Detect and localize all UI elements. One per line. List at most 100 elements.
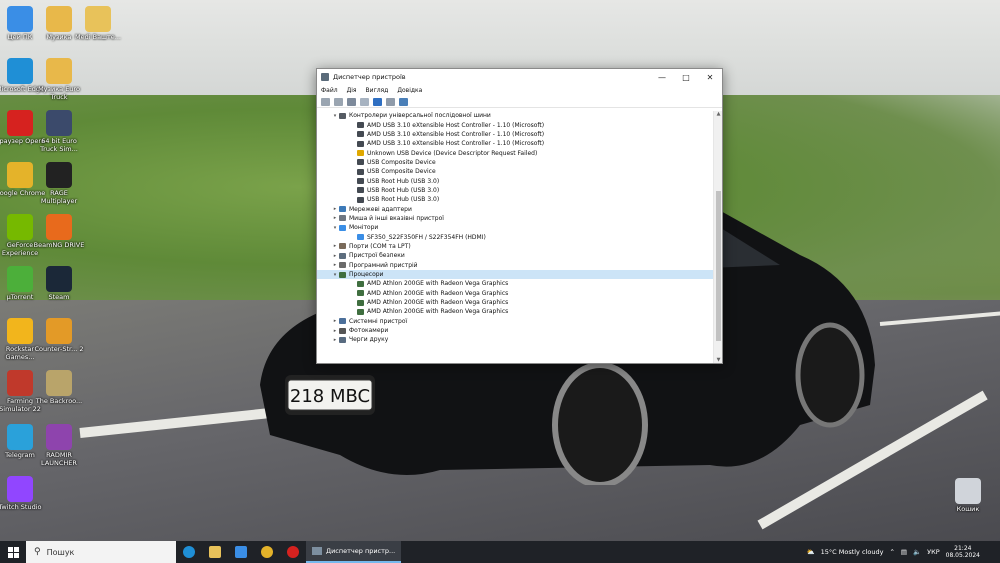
device-category[interactable]: ▾ Монітори xyxy=(317,223,714,232)
back-icon[interactable] xyxy=(321,97,330,106)
chevron-down-icon[interactable]: ▾ xyxy=(331,272,339,278)
taskbar-opera[interactable] xyxy=(280,541,306,563)
device-label: AMD Athlon 200GE with Radeon Vega Graphi… xyxy=(367,299,509,307)
clock-date: 08.05.2024 xyxy=(945,552,980,559)
chevron-down-icon[interactable]: ▾ xyxy=(331,225,339,231)
scroll-thumb[interactable] xyxy=(716,191,721,341)
device-label: AMD Athlon 200GE with Radeon Vega Graphi… xyxy=(367,289,509,297)
scroll-down-icon[interactable]: ▼ xyxy=(714,357,723,363)
desktop-icon[interactable]: RADMIR LAUNCHER xyxy=(33,424,85,467)
help-icon[interactable] xyxy=(373,97,382,106)
desktop-icon-label: Medi Ваште... xyxy=(75,33,121,41)
steam-icon xyxy=(46,266,72,292)
weather-icon[interactable]: ⛅ xyxy=(807,548,815,556)
chevron-right-icon[interactable]: ▸ xyxy=(331,337,339,343)
edge-icon xyxy=(183,546,195,558)
taskbar-device-manager[interactable]: Диспетчер пристр... xyxy=(306,541,402,563)
device-item[interactable]: AMD USB 3.10 eXtensible Host Controller … xyxy=(317,130,714,139)
device-item[interactable]: Unknown USB Device (Device Descriptor Re… xyxy=(317,148,714,157)
desktop-icon[interactable]: The Backroo... xyxy=(33,370,85,406)
device-category[interactable]: ▾ Контролери універсальної послідовної ши… xyxy=(317,111,714,120)
device-item[interactable]: AMD Athlon 200GE with Radeon Vega Graphi… xyxy=(317,298,714,307)
menu-view[interactable]: Вигляд xyxy=(366,87,389,94)
details-icon[interactable] xyxy=(386,97,395,106)
desktop-icon[interactable]: Medi Ваште... xyxy=(72,6,124,42)
taskbar-explorer[interactable] xyxy=(202,541,228,563)
device-item[interactable]: AMD USB 3.10 eXtensible Host Controller … xyxy=(317,120,714,129)
desktop-icon[interactable]: Counter-Str... 2 xyxy=(33,318,85,354)
device-label: USB Composite Device xyxy=(367,168,436,176)
device-category[interactable]: ▸ Програмний пристрій xyxy=(317,261,714,270)
chevron-right-icon[interactable]: ▸ xyxy=(331,243,339,249)
language-indicator[interactable]: УКР xyxy=(927,548,940,556)
chevron-right-icon[interactable]: ▸ xyxy=(331,262,339,268)
device-category[interactable]: ▸ Пристрої безпеки xyxy=(317,251,714,260)
chevron-down-icon[interactable]: ▾ xyxy=(331,113,339,119)
clock-time: 21:24 xyxy=(954,544,972,552)
taskbar: ⚲ Пошук Диспетчер пристр... ⛅ 15°C Mostl… xyxy=(0,541,1000,563)
vertical-scrollbar[interactable]: ▲ ▼ xyxy=(713,111,722,363)
device-item[interactable]: AMD Athlon 200GE with Radeon Vega Graphi… xyxy=(317,279,714,288)
cpu-icon xyxy=(357,290,364,297)
network-icon[interactable]: ▤ xyxy=(901,548,907,556)
device-manager-icon xyxy=(321,73,329,81)
scan-hardware-icon[interactable] xyxy=(399,97,408,106)
chevron-right-icon[interactable]: ▸ xyxy=(331,206,339,212)
forward-icon[interactable] xyxy=(334,97,343,106)
beamng-icon xyxy=(46,214,72,240)
security-icon xyxy=(339,252,346,259)
device-item[interactable]: USB Root Hub (USB 3.0) xyxy=(317,195,714,204)
device-category[interactable]: ▸ Фотокамери xyxy=(317,326,714,335)
device-tree[interactable]: ▾ Контролери універсальної послідовної ши… xyxy=(317,111,714,363)
weather-text[interactable]: 15°C Mostly cloudy xyxy=(821,548,884,556)
desktop-icon[interactable]: Steam xyxy=(33,266,85,302)
device-category[interactable]: ▸ Миша й інші вказівні пристрої xyxy=(317,214,714,223)
desktop-icon[interactable]: RAGE Multiplayer xyxy=(33,162,85,205)
device-item[interactable]: SF350_S22F350FH / S22F354FH (HDMI) xyxy=(317,232,714,241)
recycle-bin-icon xyxy=(955,478,981,504)
taskbar-edge[interactable] xyxy=(176,541,202,563)
maximize-button[interactable]: □ xyxy=(674,69,698,85)
clock[interactable]: 21:24 08.05.2024 xyxy=(946,545,980,560)
device-item[interactable]: AMD Athlon 200GE with Radeon Vega Graphi… xyxy=(317,307,714,316)
device-item[interactable]: AMD Athlon 200GE with Radeon Vega Graphi… xyxy=(317,289,714,298)
menu-help[interactable]: Довідка xyxy=(397,87,422,94)
chevron-right-icon[interactable]: ▸ xyxy=(331,328,339,334)
chevron-up-icon[interactable]: ⌃ xyxy=(889,548,894,556)
properties-icon[interactable] xyxy=(347,97,356,106)
computer-icon xyxy=(7,6,33,32)
device-item[interactable]: USB Root Hub (USB 3.0) xyxy=(317,176,714,185)
device-item[interactable]: USB Composite Device xyxy=(317,158,714,167)
desktop-icon[interactable]: 64 bit Euro Truck Sim... xyxy=(33,110,85,153)
device-manager-window[interactable]: Диспетчер пристроїв — □ ✕ Файл Дія Вигля… xyxy=(316,68,723,364)
desktop-icon[interactable]: BeamNG DRIVE xyxy=(33,214,85,250)
minimize-button[interactable]: — xyxy=(650,69,674,85)
chevron-right-icon[interactable]: ▸ xyxy=(331,253,339,259)
device-category[interactable]: ▸ Системні пристрої xyxy=(317,317,714,326)
device-item[interactable]: USB Root Hub (USB 3.0) xyxy=(317,186,714,195)
taskbar-chrome[interactable] xyxy=(254,541,280,563)
desktop-icon-label: Музика Euro Truck xyxy=(38,85,80,101)
taskbar-search[interactable]: ⚲ Пошук xyxy=(26,541,176,563)
chevron-right-icon[interactable]: ▸ xyxy=(331,318,339,324)
volume-icon[interactable]: 🔈 xyxy=(913,548,921,556)
desktop-icon[interactable]: Кошик xyxy=(942,478,994,514)
menu-action[interactable]: Дія xyxy=(347,87,357,94)
device-category[interactable]: ▸ Черги друку xyxy=(317,335,714,344)
close-button[interactable]: ✕ xyxy=(698,69,722,85)
chevron-right-icon[interactable]: ▸ xyxy=(331,215,339,221)
menu-file[interactable]: Файл xyxy=(321,87,338,94)
title-bar[interactable]: Диспетчер пристроїв — □ ✕ xyxy=(317,69,722,85)
desktop-icon[interactable]: Музика Euro Truck xyxy=(33,58,85,101)
scroll-up-icon[interactable]: ▲ xyxy=(714,111,723,117)
start-button[interactable] xyxy=(0,541,26,563)
taskbar-store[interactable] xyxy=(228,541,254,563)
list-view-icon[interactable] xyxy=(360,97,369,106)
device-category[interactable]: ▾ Процесори xyxy=(317,269,714,280)
device-category[interactable]: ▸ Мережеві адаптери xyxy=(317,204,714,213)
desktop-icon[interactable]: Twitch Studio xyxy=(0,476,46,512)
device-item[interactable]: AMD USB 3.10 eXtensible Host Controller … xyxy=(317,139,714,148)
device-category[interactable]: ▸ Порти (COM та LPT) xyxy=(317,242,714,251)
chrome-icon xyxy=(7,162,33,188)
device-item[interactable]: USB Composite Device xyxy=(317,167,714,176)
